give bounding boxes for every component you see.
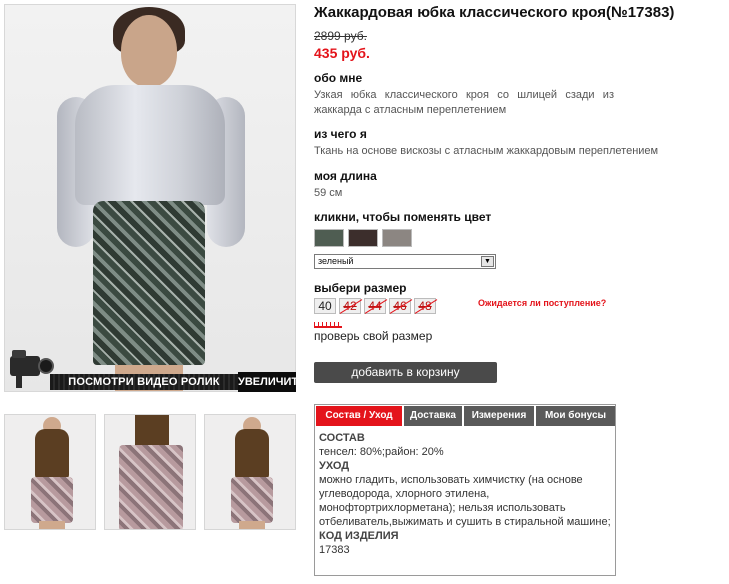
tab-bonuses[interactable]: Мои бонусы [536,406,615,426]
thumb-model-legs [39,521,65,529]
thumb-model-skirt [119,445,183,529]
material-text: Ткань на основе вискозы с атласным жакка… [314,145,659,157]
size-option-44: 44 [364,298,386,314]
length-text: 59 см [314,187,343,199]
info-tabs: Состав / Уход Доставка Измерения Мои бон… [314,404,616,576]
color-swatch-brown[interactable] [348,229,378,247]
length-heading: моя длина [314,169,377,183]
zoom-button[interactable]: УВЕЛИЧИТЬ [238,372,306,392]
check-size-link[interactable]: проверь свой размер [314,329,432,343]
ruler-icon[interactable] [314,322,342,328]
expect-availability-link[interactable]: Ожидается ли поступление? [478,298,606,308]
color-select[interactable]: зеленый ▼ [314,254,496,269]
color-swatch-grey[interactable] [382,229,412,247]
care-text: можно гладить, использовать химчистку (н… [319,474,611,528]
thumb-model-skirt [31,477,73,523]
media-bar: ПОСМОТРИ ВИДЕО РОЛИК УВЕЛИЧИТЬ [6,350,306,392]
material-heading: из чего я [314,127,367,141]
color-select-value: зеленый [318,256,354,266]
thumb-model-skirt [231,477,273,523]
tab-measurements[interactable]: Измерения [464,406,534,426]
size-option-48: 48 [414,298,436,314]
old-price: 2899 руб. [314,29,367,43]
composition-text: тенсел: 80%;район: 20% [319,446,444,458]
code-text: 17383 [319,544,350,556]
new-price: 435 руб. [314,45,370,61]
code-heading: КОД ИЗДЕЛИЯ [319,530,399,542]
main-product-photo[interactable] [4,4,296,392]
size-option-42: 42 [339,298,361,314]
thumbnail-2[interactable] [104,414,196,530]
size-option-40[interactable]: 40 [314,298,336,314]
model-head [121,15,177,87]
about-heading: обо мне [314,71,363,85]
composition-heading: СОСТАВ [319,432,365,444]
thumb-model-legs [239,521,265,529]
size-option-46: 46 [389,298,411,314]
size-heading: выбери размер [314,281,407,295]
thumb-model-top [235,429,269,479]
model-blouse [75,85,225,205]
care-heading: УХОД [319,460,350,472]
watch-video-button[interactable]: ПОСМОТРИ ВИДЕО РОЛИК [50,374,238,390]
video-camera-icon[interactable] [6,346,54,390]
thumb-model-top [35,429,69,479]
thumbnail-1[interactable] [4,414,96,530]
model-skirt [93,201,205,365]
thumbnail-3[interactable] [204,414,296,530]
add-to-cart-button[interactable]: добавить в корзину [314,362,497,383]
color-heading: кликни, чтобы поменять цвет [314,210,492,224]
about-text: Узкая юбка классического кроя со шлицей … [314,89,614,116]
tab-content: СОСТАВ тенсел: 80%;район: 20% УХОД можно… [319,431,611,557]
product-title: Жаккардовая юбка классического кроя(№173… [314,4,675,21]
chevron-down-icon[interactable]: ▼ [481,256,494,267]
tab-delivery[interactable]: Доставка [404,406,462,426]
tab-composition-care[interactable]: Состав / Уход [316,406,402,426]
color-swatch-green[interactable] [314,229,344,247]
